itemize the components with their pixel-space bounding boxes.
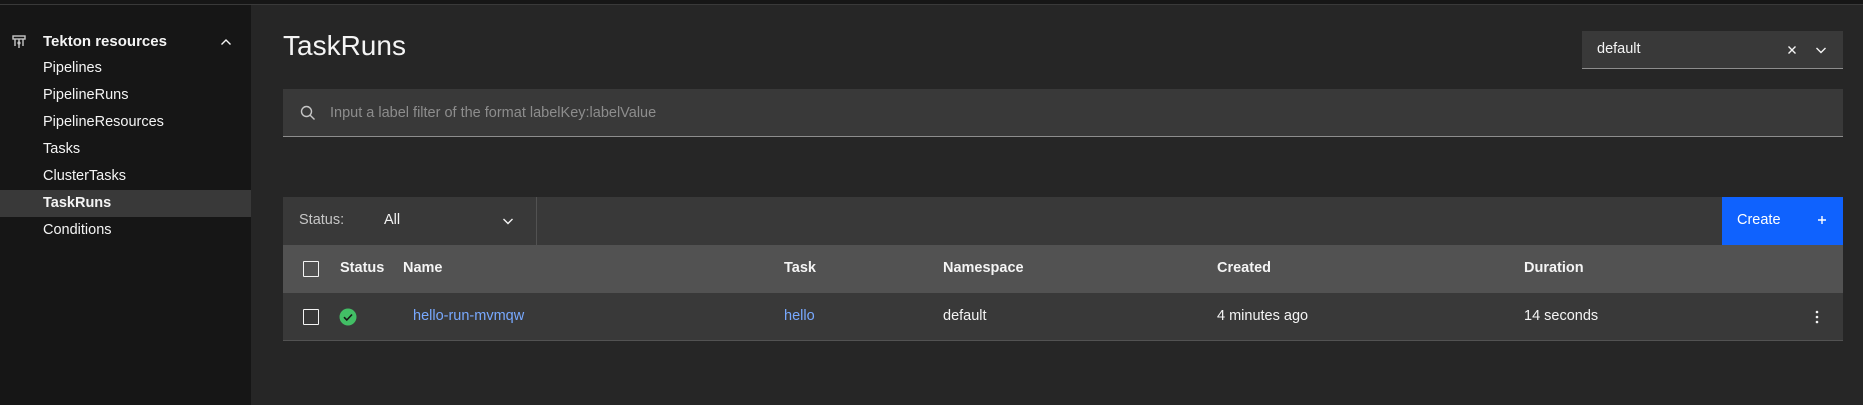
chevron-up-icon[interactable] [219,35,233,49]
sidebar-item-pipelines[interactable]: Pipelines [0,55,251,82]
sidebar-item-taskruns[interactable]: TaskRuns [0,190,251,217]
tekton-logo-icon [12,35,26,48]
namespace-select[interactable]: default [1582,31,1843,69]
table-header: Status Name Task Namespace Created Durat… [283,245,1843,293]
sidebar-item-clustertasks[interactable]: ClusterTasks [0,163,251,190]
status-filter-dropdown[interactable]: Status: All [283,197,537,245]
close-icon[interactable] [1785,43,1799,57]
overflow-menu-button[interactable] [1807,307,1827,327]
label-filter [283,89,1843,137]
status-filter-label: Status: [299,212,345,228]
sidebar-section-title: Tekton resources [43,33,167,50]
checkmark-filled-icon [339,308,357,326]
top-border [0,0,1863,5]
row-task-link[interactable]: hello [784,308,815,324]
header-namespace[interactable]: Namespace [943,260,1024,276]
row-created: 4 minutes ago [1217,308,1309,324]
header-status[interactable]: Status [340,260,384,276]
row-duration: 14 seconds [1524,308,1599,324]
header-created[interactable]: Created [1217,260,1271,276]
sidebar-item-pipelineruns[interactable]: PipelineRuns [0,82,251,109]
row-namespace: default [943,308,987,324]
create-button-label: Create [1737,212,1781,228]
sidebar-item-tasks[interactable]: Tasks [0,136,251,163]
sidebar: Tekton resources Pipelines PipelineRuns … [0,5,251,405]
search-icon [300,105,315,120]
sidebar-item-conditions[interactable]: Conditions [0,217,251,244]
header-name[interactable]: Name [403,260,443,276]
row-checkbox[interactable] [303,309,319,325]
chevron-down-icon [503,218,513,225]
status-filter-value: All [384,212,401,228]
add-icon [1818,216,1826,224]
sidebar-item-pipelineresources[interactable]: PipelineResources [0,109,251,136]
overflow-menu-icon [1815,310,1819,324]
table-row: hello-run-mvmqw hello default 4 minutes … [283,293,1843,341]
chevron-down-icon[interactable] [1814,43,1828,57]
header-task[interactable]: Task [784,260,816,276]
namespace-select-value: default [1597,41,1641,57]
row-name-link[interactable]: hello-run-mvmqw [413,308,524,324]
page-title: TaskRuns [283,30,406,61]
select-all-checkbox[interactable] [303,261,319,277]
create-button[interactable]: Create [1722,197,1843,245]
header-duration[interactable]: Duration [1524,260,1584,276]
label-filter-input[interactable] [330,89,1830,136]
table-toolbar: Status: All Create [283,197,1843,245]
